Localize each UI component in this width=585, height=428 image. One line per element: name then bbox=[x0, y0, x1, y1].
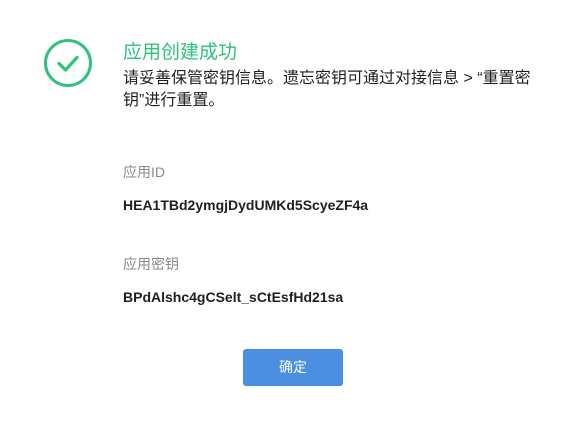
app-secret-value[interactable]: BPdAlshc4gCSelt_sCtEsfHd21sa bbox=[123, 288, 343, 306]
dialog-description: 请妥善保管密钥信息。遗忘密钥可通过对接信息 > “重置密钥”进行重置。 bbox=[123, 70, 531, 109]
app-id-label: 应用ID bbox=[123, 164, 165, 180]
app-secret-label: 应用密钥 bbox=[123, 256, 179, 272]
check-circle-icon bbox=[44, 39, 92, 87]
confirm-button[interactable]: 确定 bbox=[243, 349, 343, 386]
app-id-value[interactable]: HEA1TBd2ymgjDydUMKd5ScyeZF4a bbox=[123, 196, 368, 214]
dialog-title: 应用创建成功 bbox=[123, 42, 238, 63]
